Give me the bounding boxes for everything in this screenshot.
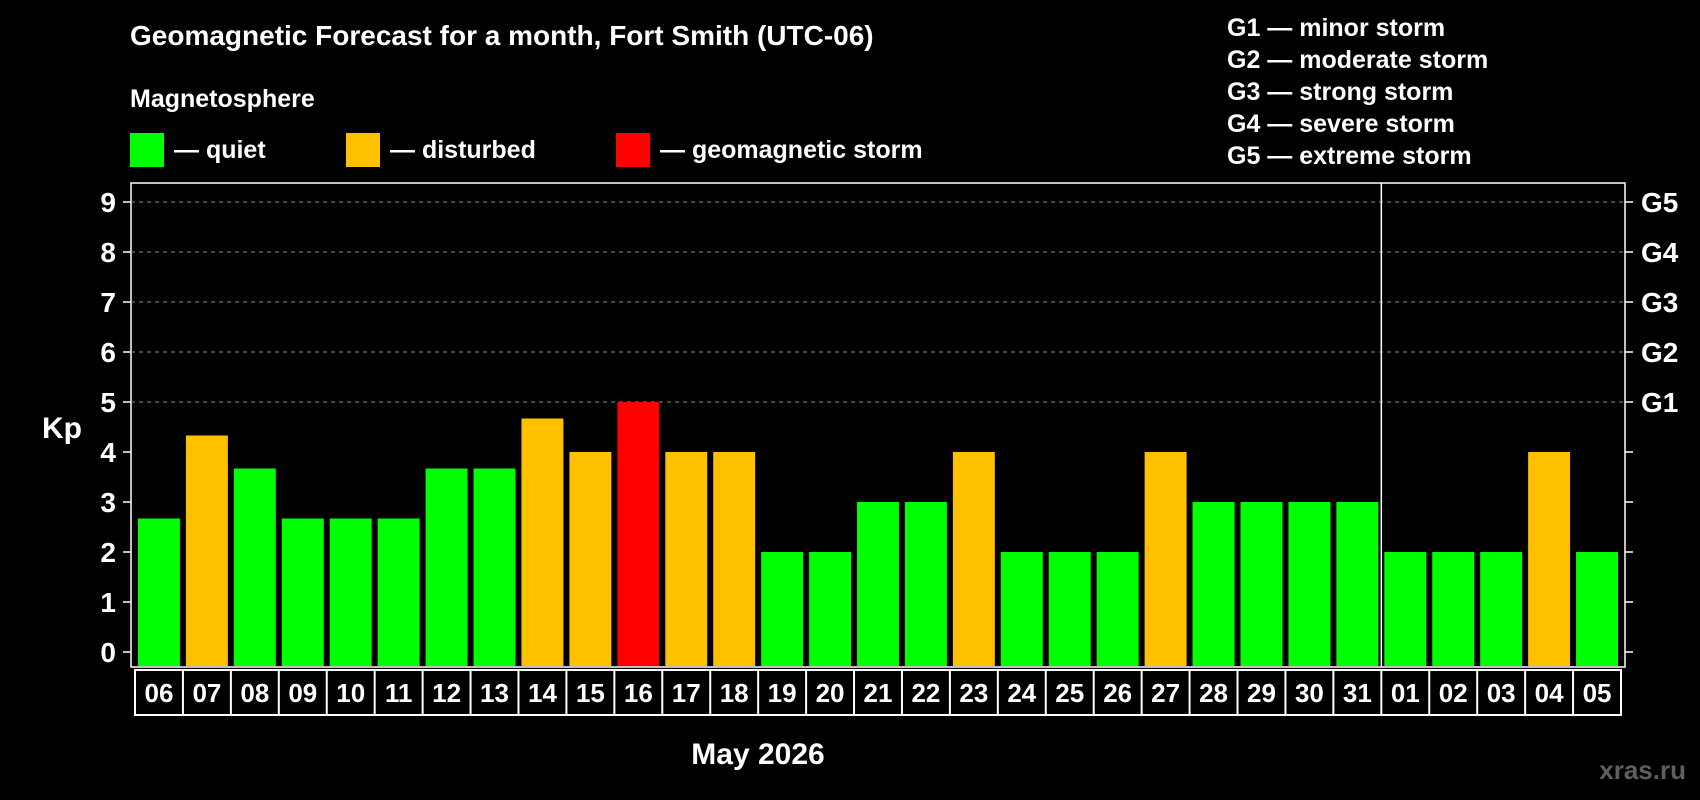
x-tick-label-08: 08: [240, 678, 269, 708]
x-tick-label-05: 05: [1583, 678, 1612, 708]
bar-17: [665, 452, 708, 666]
bar-10: [329, 518, 372, 666]
x-tick-label-11: 11: [385, 678, 413, 708]
y-tick-label-1: 1: [100, 587, 116, 618]
bar-23: [952, 452, 995, 666]
y-tick-label-4: 4: [100, 437, 116, 468]
x-tick-label-13: 13: [480, 678, 509, 708]
x-tick-label-28: 28: [1199, 678, 1228, 708]
kp-bar-chart: 0123456789G1G2G3G4G5Kp06 07 08 09 10 11 12 13 14…: [42, 182, 1679, 771]
x-tick-label-09: 09: [288, 678, 317, 708]
bar-16: [617, 402, 660, 666]
bar-24: [1000, 552, 1043, 666]
bar-28: [1192, 502, 1235, 666]
y-tick-label-0: 0: [100, 637, 116, 668]
x-tick-label-27: 27: [1151, 678, 1180, 708]
right-axis-label-g4: G4: [1641, 237, 1679, 268]
x-tick-label-01: 01: [1391, 678, 1420, 708]
bar-31: [1336, 502, 1379, 666]
bar-11: [377, 518, 420, 666]
bar-25: [1048, 552, 1091, 666]
x-tick-label-21: 21: [864, 678, 893, 708]
right-axis-label-g1: G1: [1641, 387, 1678, 418]
x-tick-label-10: 10: [336, 678, 365, 708]
bar-09: [281, 518, 324, 666]
y-tick-label-6: 6: [100, 337, 116, 368]
y-tick-label-9: 9: [100, 187, 116, 218]
x-tick-label-06: 06: [145, 678, 174, 708]
x-tick-label-20: 20: [816, 678, 845, 708]
x-tick-label-15: 15: [576, 678, 605, 708]
x-tick-label-16: 16: [624, 678, 653, 708]
y-axis-label: Kp: [42, 412, 82, 445]
bar-27: [1144, 452, 1187, 666]
bar-07: [185, 435, 228, 666]
bar-29: [1240, 502, 1283, 666]
x-tick-label-17: 17: [672, 678, 701, 708]
bar-04: [1528, 452, 1571, 666]
x-tick-label-04: 04: [1535, 678, 1564, 708]
x-tick-label-31: 31: [1343, 678, 1372, 708]
x-tick-label-03: 03: [1487, 678, 1516, 708]
right-axis-label-g3: G3: [1641, 287, 1678, 318]
bar-15: [569, 452, 612, 666]
x-tick-label-12: 12: [432, 678, 461, 708]
y-tick-label-2: 2: [100, 537, 116, 568]
right-axis-label-g2: G2: [1641, 337, 1678, 368]
bar-08: [233, 468, 276, 666]
x-tick-label-19: 19: [768, 678, 797, 708]
bar-13: [473, 468, 516, 666]
x-axis-label: May 2026: [691, 738, 824, 771]
y-tick-label-8: 8: [100, 237, 116, 268]
bar-06: [138, 518, 180, 666]
bar-22: [904, 502, 947, 666]
bar-14: [521, 418, 564, 666]
x-tick-label-22: 22: [911, 678, 940, 708]
bar-20: [809, 552, 852, 666]
y-tick-label-3: 3: [100, 487, 116, 518]
bar-26: [1096, 552, 1139, 666]
bar-30: [1288, 502, 1331, 666]
bar-21: [857, 502, 899, 666]
x-tick-label-26: 26: [1103, 678, 1132, 708]
bar-05: [1576, 552, 1618, 666]
x-tick-label-02: 02: [1439, 678, 1468, 708]
bar-12: [425, 468, 468, 666]
watermark: xras.ru: [1599, 755, 1686, 785]
bar-01: [1384, 552, 1427, 666]
y-tick-label-5: 5: [100, 387, 116, 418]
x-tick-label-23: 23: [959, 678, 988, 708]
bar-18: [713, 452, 756, 666]
x-tick-label-30: 30: [1295, 678, 1324, 708]
x-tick-label-14: 14: [528, 678, 557, 708]
bar-19: [761, 552, 804, 666]
bar-03: [1480, 552, 1523, 666]
bar-02: [1432, 552, 1475, 666]
y-tick-label-7: 7: [100, 287, 116, 318]
x-tick-label-18: 18: [720, 678, 749, 708]
x-tick-label-07: 07: [192, 678, 221, 708]
x-tick-label-29: 29: [1247, 678, 1276, 708]
x-tick-label-24: 24: [1007, 678, 1036, 708]
right-axis-label-g5: G5: [1641, 187, 1678, 218]
x-tick-label-25: 25: [1055, 678, 1084, 708]
